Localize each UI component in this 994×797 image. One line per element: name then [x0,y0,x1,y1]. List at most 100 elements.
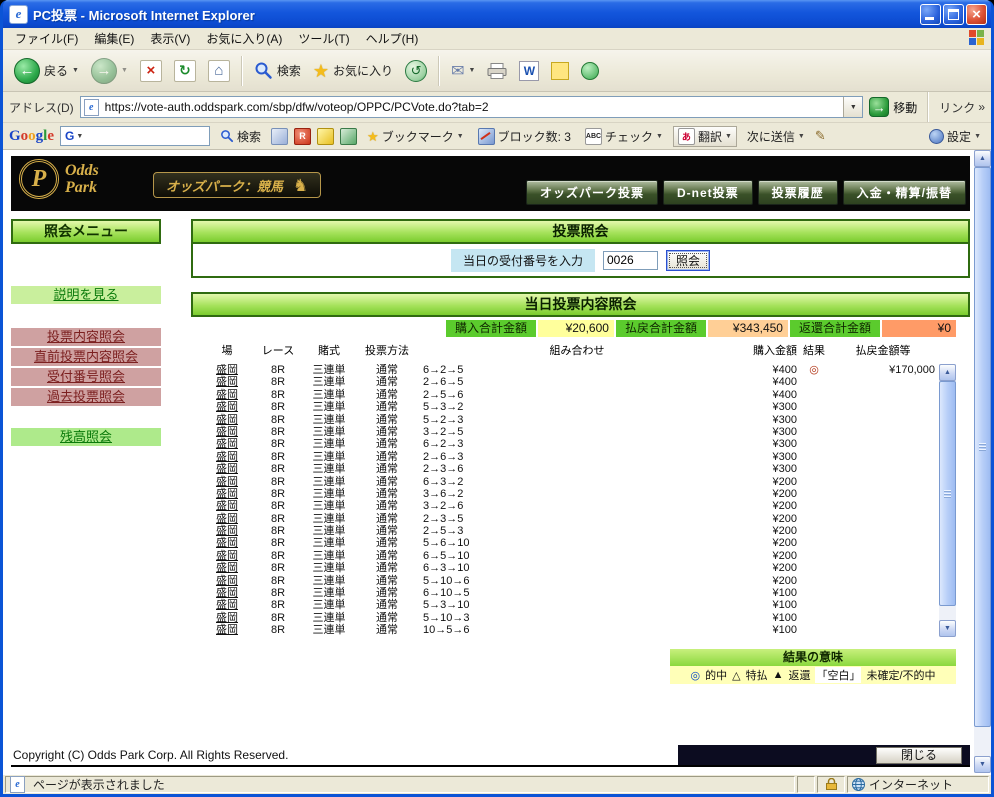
venue-link[interactable]: 盛岡 [199,438,255,450]
highlighter-icon[interactable] [317,127,335,145]
mail-button[interactable]: ✉ ▼ [446,59,480,83]
scrollbar-thumb[interactable] [974,167,991,727]
print-button[interactable] [482,61,512,81]
back-dropdown-icon[interactable]: ▼ [72,67,79,74]
venue-link[interactable]: 盛岡 [199,500,255,512]
scrollbar-track[interactable] [939,381,956,620]
spellcheck-button[interactable]: ABC チェック ▼ [581,127,667,146]
combination-cell: 2→6→3 [423,450,464,463]
menu-tools[interactable]: ツール(T) [290,28,357,49]
translate-button[interactable]: あ 翻訳 ▼ [672,125,737,147]
sidebar-item-balance[interactable]: 残高照会 [11,428,161,446]
minimize-button[interactable] [920,3,941,25]
google-search-box[interactable]: G ▼ [60,126,246,146]
lookup-button[interactable]: 照会 [666,249,710,271]
legend-refund-symbol: ▲ [772,669,784,681]
home-button[interactable]: ⌂ [203,58,235,84]
venue-link[interactable]: 盛岡 [199,537,255,549]
google-bookmarks-button[interactable]: ★ ブックマーク ▼ [363,127,468,146]
send-to-button[interactable]: 次に送信 ▼ [743,127,809,146]
nav-deposit-settlement[interactable]: 入金・精算/振替 [842,180,966,205]
google-settings-button[interactable]: 設定 ▼ [925,127,985,146]
history-button[interactable]: ↺ [400,58,432,84]
venue-link[interactable]: 盛岡 [199,587,255,599]
bet-type-cell: 三連単 [312,500,346,513]
site-nav: オッズパーク投票 D-net投票 投票履歴 入金・精算/振替 [525,180,966,205]
venue-link[interactable]: 盛岡 [199,562,255,574]
nav-dnet-vote[interactable]: D-net投票 [662,180,753,205]
venue-link[interactable]: 盛岡 [199,364,255,376]
menu-help[interactable]: ヘルプ(H) [358,28,427,49]
menu-edit[interactable]: 編集(E) [86,28,142,49]
address-dropdown-button[interactable]: ▼ [843,97,863,117]
favorites-button[interactable]: ★ お気に入り [308,60,398,82]
sidebar-item-past-votes[interactable]: 過去投票照会 [11,388,161,406]
discuss-button[interactable] [546,60,574,82]
search-button[interactable]: 検索 [249,59,306,82]
venue-link[interactable]: 盛岡 [199,476,255,488]
venue-link[interactable]: 盛岡 [199,550,255,562]
venue-link[interactable]: 盛岡 [199,488,255,500]
messenger-button[interactable] [576,60,604,82]
venue-link[interactable]: 盛岡 [199,451,255,463]
nav-oddspark-vote[interactable]: オッズパーク投票 [525,180,658,205]
venue-link[interactable]: 盛岡 [199,525,255,537]
popup-blocker-button[interactable]: ブロック数: 3 [474,127,575,146]
refresh-button[interactable]: ↻ [169,58,201,84]
venue-link[interactable]: 盛岡 [199,624,255,636]
scroll-down-icon[interactable]: ▼ [939,620,956,637]
scroll-up-icon[interactable]: ▲ [974,150,991,167]
menu-file[interactable]: ファイル(F) [7,28,86,49]
venue-link[interactable]: 盛岡 [199,389,255,401]
pen-icon[interactable]: ✎ [815,128,826,144]
bet-type-cell: 三連単 [312,425,346,438]
venue-link[interactable]: 盛岡 [199,599,255,611]
scrollbar-track[interactable] [974,167,991,756]
list-scrollbar[interactable]: ▲ ▼ [939,364,956,637]
method-cell: 通常 [376,487,398,500]
edit-button[interactable]: W [514,59,544,83]
sidebar-item-receipt-number[interactable]: 受付番号照会 [11,368,161,386]
google-search-dropdown-icon[interactable]: ▼ [76,133,83,140]
venue-link[interactable]: 盛岡 [199,575,255,587]
scrollbar-thumb[interactable] [939,381,956,606]
autofill-icon[interactable] [340,127,358,145]
pagerank-icon[interactable]: R [294,127,312,145]
close-window-button[interactable]: × [966,3,987,25]
receipt-number-input[interactable] [603,250,658,270]
oddspark-logo[interactable]: P Odds Park [19,159,99,199]
venue-link[interactable]: 盛岡 [199,463,255,475]
back-button[interactable]: ← 戻る ▼ [9,56,84,86]
venue-link[interactable]: 盛岡 [199,513,255,525]
sidebar-item-explain[interactable]: 説明を見る [11,286,161,304]
venue-link[interactable]: 盛岡 [199,426,255,438]
stop-button[interactable]: × [135,58,167,84]
amount-cell: ¥300 [772,425,797,438]
maximize-button[interactable] [943,3,964,25]
bet-type-cell: 三連単 [312,438,346,451]
venue-link[interactable]: 盛岡 [199,414,255,426]
google-search-button[interactable]: 検索 [216,127,265,146]
page-scrollbar[interactable]: ▲ ▼ [974,150,991,773]
sidebar-item-vote-content[interactable]: 投票内容照会 [11,328,161,346]
mail-dropdown-icon[interactable]: ▼ [468,67,475,74]
go-button[interactable]: → 移動 [869,97,917,117]
send-page-icon[interactable] [271,127,289,145]
menu-view[interactable]: 表示(V) [142,28,198,49]
menu-favorites[interactable]: お気に入り(A) [198,28,290,49]
links-menu[interactable]: リンク » [939,99,985,116]
venue-link[interactable]: 盛岡 [199,612,255,624]
venue-link[interactable]: 盛岡 [199,401,255,413]
address-input[interactable] [102,99,844,115]
address-combo[interactable]: e ▼ [79,96,864,118]
nav-vote-history[interactable]: 投票履歴 [757,180,838,205]
scroll-up-icon[interactable]: ▲ [939,364,956,381]
sidebar-item-recent-vote[interactable]: 直前投票内容照会 [11,348,161,366]
combination-cell: 5→2→3 [423,413,464,426]
table-row: 盛岡 8R 三連単 通常 5→10→3 ¥100 [199,612,939,624]
close-page-button[interactable]: 閉じる [876,746,962,764]
venue-link[interactable]: 盛岡 [199,376,255,388]
scroll-down-icon[interactable]: ▼ [974,756,991,773]
bet-type-cell: 三連単 [312,525,346,538]
forward-button[interactable]: → ▼ [86,56,133,86]
